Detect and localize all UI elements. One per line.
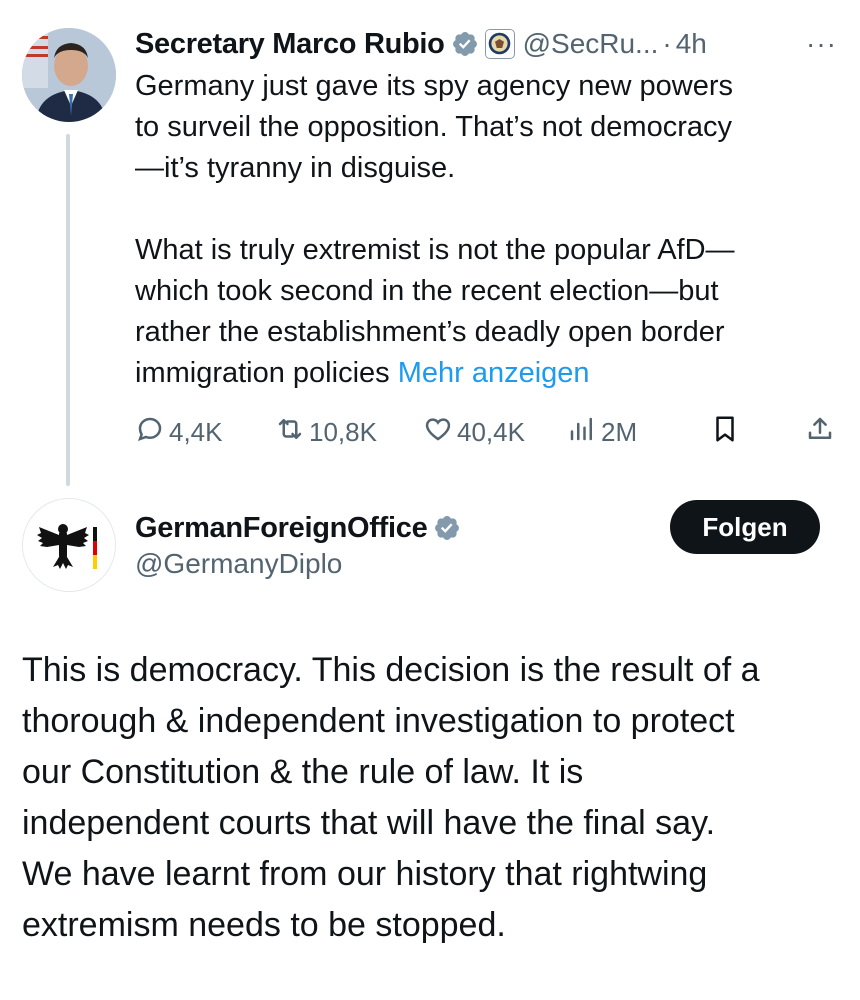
text-line: independent courts that will have the fi… [22, 804, 716, 842]
text-line: which took second in the recent election… [135, 275, 719, 307]
tweet-text: This is democracy. This decision is the … [22, 645, 842, 951]
repost-count: 10,8K [309, 416, 377, 447]
repost-icon [275, 414, 309, 451]
thread-line [66, 134, 70, 486]
text-line: thorough & independent investigation to … [22, 702, 735, 740]
share-icon [805, 414, 839, 451]
text-line: immigration policies Mehr anzeigen [135, 353, 845, 394]
text-line: Germany just gave its spy agency new pow… [135, 70, 733, 102]
follow-button[interactable]: Folgen [670, 500, 820, 554]
reply-icon [135, 414, 169, 451]
bookmark-button[interactable] [710, 410, 744, 454]
share-button[interactable] [805, 410, 839, 454]
author-name[interactable]: GermanForeignOffice [135, 512, 428, 545]
text-line: to surveil the opposition. That’s not de… [135, 111, 732, 143]
timestamp[interactable]: 4h [676, 28, 707, 60]
tweet-header: GermanForeignOffice [135, 508, 461, 548]
avatar-rubio[interactable] [22, 28, 116, 122]
state-department-seal-icon [484, 29, 515, 59]
views-icon [567, 414, 601, 451]
verified-badge-icon [451, 30, 479, 58]
more-icon[interactable]: ··· [806, 28, 837, 60]
separator-dot: · [662, 28, 672, 59]
reply-count: 4,4K [169, 416, 223, 447]
reply-button[interactable]: 4,4K [135, 410, 223, 454]
like-count: 40,4K [457, 416, 525, 447]
text-line: our Constitution & the rule of law. It i… [22, 753, 584, 791]
like-icon [423, 414, 457, 451]
bookmark-icon [710, 414, 744, 451]
text-line: This is democracy. This decision is the … [22, 651, 760, 689]
author-name[interactable]: Secretary Marco Rubio [135, 28, 445, 61]
action-bar: 4,4K 10,8K 40,4K 2M [135, 410, 845, 454]
tweet-german-foreign-office: GermanForeignOffice @GermanyDiplo Folgen… [0, 490, 860, 1000]
show-more-link[interactable]: Mehr anzeigen [398, 357, 590, 389]
like-button[interactable]: 40,4K [423, 410, 525, 454]
text-line: —it’s tyranny in disguise. [135, 152, 456, 184]
verified-badge-icon [433, 514, 461, 542]
text-line: What is truly extremist is not the popul… [135, 234, 735, 266]
text-line: rather the establishment’s deadly open b… [135, 316, 725, 348]
text-line: extremism needs to be stopped. [22, 906, 506, 944]
views-count: 2M [601, 416, 638, 447]
author-handle[interactable]: @SecRu... [523, 28, 659, 60]
views-button[interactable]: 2M [567, 410, 637, 454]
repost-button[interactable]: 10,8K [275, 410, 377, 454]
tweet-text: Germany just gave its spy agency new pow… [135, 66, 845, 394]
tweet-header: Secretary Marco Rubio @SecRu... · 4h ··· [135, 24, 845, 64]
text-line: We have learnt from our history that rig… [22, 855, 708, 893]
tweet-rubio: Secretary Marco Rubio @SecRu... · 4h ···… [0, 0, 860, 490]
avatar-german-foreign-office[interactable] [22, 498, 116, 592]
last-line-text: immigration policies [135, 357, 398, 389]
author-handle[interactable]: @GermanyDiplo [135, 548, 342, 580]
